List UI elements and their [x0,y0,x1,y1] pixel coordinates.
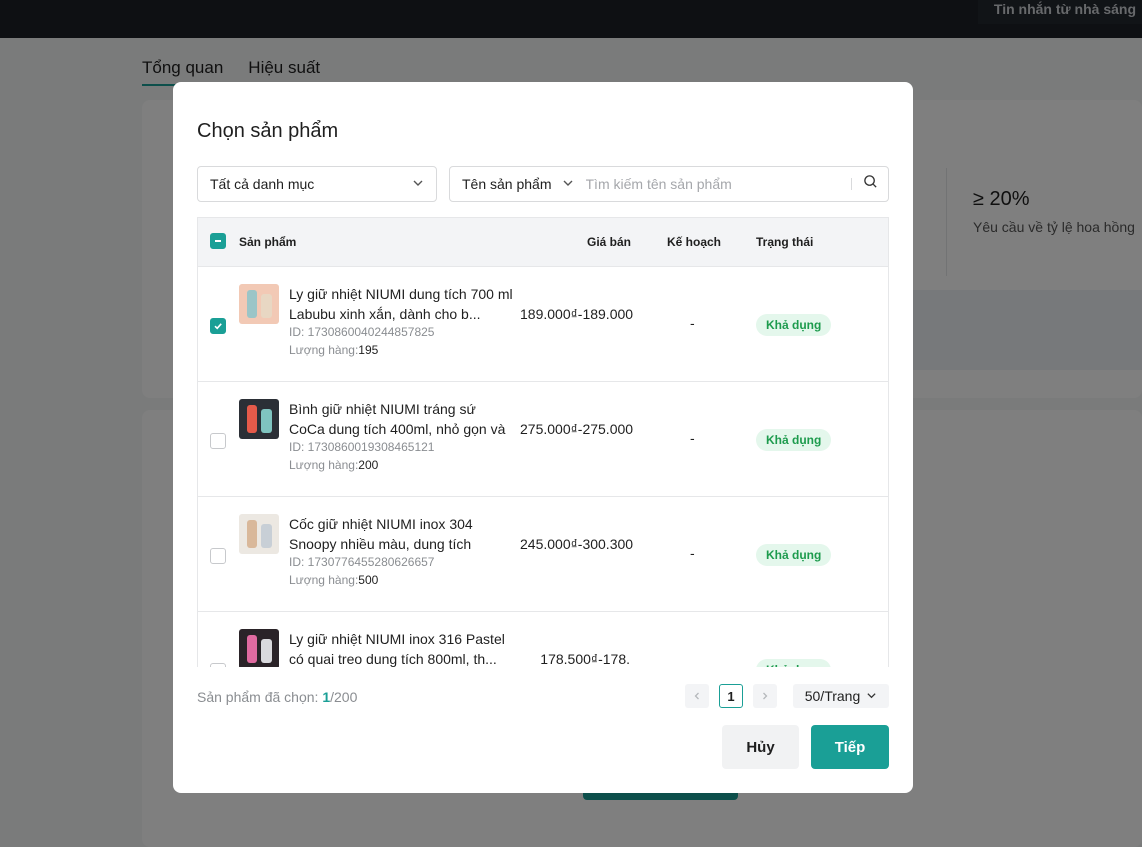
page-number-1[interactable]: 1 [719,684,743,708]
product-stock-label: Lượng hàng: [289,343,359,357]
table-row[interactable]: Ly giữ nhiệt NIUMI inox 316 Pastel có qu… [198,611,888,667]
chevron-left-icon [692,688,702,704]
search-icon [863,174,878,194]
product-thumbnail [239,629,279,667]
column-header-price: Giá bán [587,235,632,249]
table-row[interactable]: Bình giữ nhiệt NIUMI tráng sứ CoCa dung … [198,381,888,496]
status-badge: Khả dụng [756,659,832,667]
product-stock-value: 500 [358,573,379,587]
prev-page-button[interactable] [685,684,709,708]
product-name: Ly giữ nhiệt NIUMI inox 316 Pastel có qu… [289,631,505,667]
search-input[interactable] [585,167,851,201]
status-badge: Khả dụng [756,429,832,451]
row-checkbox[interactable] [210,548,226,564]
product-plan: - [690,430,695,446]
table-header: Sản phẩm Giá bán Kế hoạch Trạng thái [198,218,888,266]
product-id: ID: 1730776455280626657 [289,555,435,569]
selected-count-total: /200 [330,689,358,705]
chevron-right-icon [760,688,770,704]
search-type-select[interactable]: Tên sản phẩm [450,167,586,201]
page-size-select[interactable]: 50/Trang [793,684,889,708]
pagination: 1 [685,684,777,708]
chevron-down-icon [412,176,424,192]
product-stock: Lượng hàng:500 [289,573,378,587]
product-price: 189.000₫-189.000 [520,306,634,322]
column-header-status: Trạng thái [756,235,814,249]
chevron-down-icon [866,688,877,704]
product-plan: - [690,660,695,667]
category-select-value: Tất cả danh mục [210,176,315,192]
product-stock-value: 195 [358,343,379,357]
next-page-button[interactable] [753,684,777,708]
product-stock: Lượng hàng:195 [289,343,378,357]
product-thumbnail [239,514,279,554]
chevron-down-icon [562,176,574,192]
product-thumbnail [239,284,279,324]
product-plan: - [690,545,695,561]
cancel-button[interactable]: Hủy [722,725,799,769]
product-name: Ly giữ nhiệt NIUMI dung tích 700 ml Labu… [289,286,513,322]
next-button[interactable]: Tiếp [811,725,889,769]
product-plan: - [690,315,695,331]
select-product-modal: Chọn sản phẩm Tất cả danh mục Tên sản ph… [173,82,913,793]
row-checkbox[interactable] [210,433,226,449]
page-size-value: 50/Trang [804,688,861,704]
product-stock-label: Lượng hàng: [289,458,359,472]
product-name: Bình giữ nhiệt NIUMI tráng sứ CoCa dung … [289,401,506,437]
column-header-product: Sản phẩm [239,235,297,249]
table-row[interactable]: Cốc giữ nhiệt NIUMI inox 304 Snoopy nhiề… [198,496,888,611]
modal-title: Chọn sản phẩm [197,120,339,142]
product-price: 178.500₫-178. [540,651,630,667]
selected-count-value: 1 [322,689,331,705]
product-stock: Lượng hàng:200 [289,458,378,472]
search-type-value: Tên sản phẩm [462,176,552,192]
column-header-plan: Kế hoạch [667,235,722,249]
product-id: ID: 1730860040244857825 [289,325,435,339]
select-all-checkbox[interactable] [210,233,226,249]
search-box: Tên sản phẩm [449,166,889,202]
row-checkbox[interactable] [210,318,226,334]
selected-count: Sản phẩm đã chọn: 1/200 [197,689,357,705]
status-badge: Khả dụng [756,544,832,566]
product-table: Sản phẩm Giá bán Kế hoạch Trạng thái Ly … [197,217,889,667]
search-button[interactable] [852,167,888,201]
product-stock-value: 200 [358,458,379,472]
product-id: ID: 1730860019308465121 [289,440,435,454]
product-name: Cốc giữ nhiệt NIUMI inox 304 Snoopy nhiề… [289,516,473,552]
row-checkbox[interactable] [210,663,226,667]
product-price: 245.000₫-300.300 [520,536,634,552]
product-thumbnail [239,399,279,439]
product-stock-label: Lượng hàng: [289,573,359,587]
table-row[interactable]: Ly giữ nhiệt NIUMI dung tích 700 ml Labu… [198,266,888,381]
status-badge: Khả dụng [756,314,832,336]
product-price: 275.000₫-275.000 [520,421,634,437]
selected-count-label: Sản phẩm đã chọn: [197,689,323,705]
category-select[interactable]: Tất cả danh mục [197,166,437,202]
